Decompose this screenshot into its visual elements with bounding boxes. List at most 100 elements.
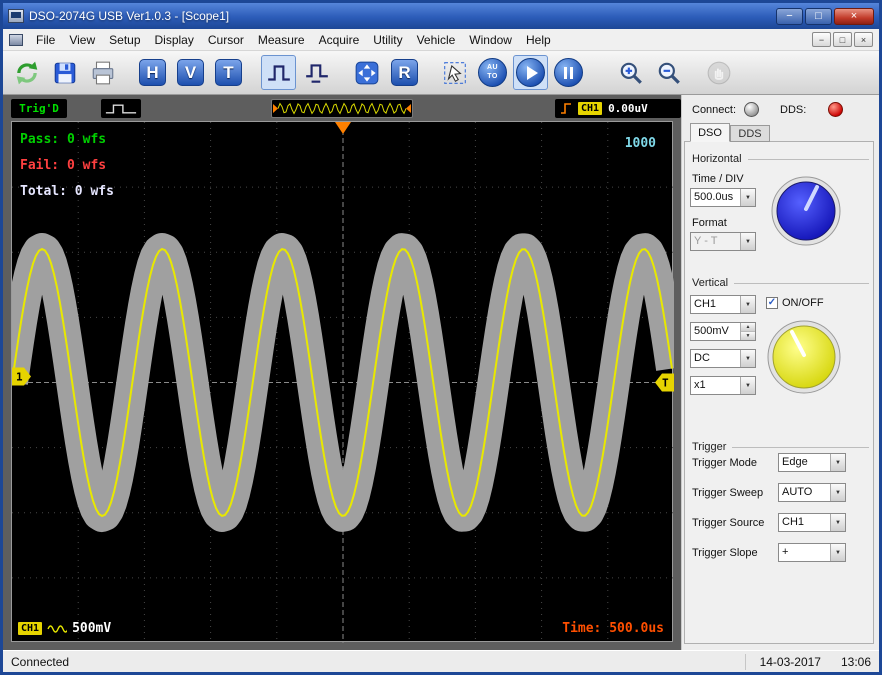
mdi-minimize-button[interactable]: − <box>812 32 831 47</box>
print-button[interactable] <box>85 55 120 90</box>
mdi-close-button[interactable]: × <box>854 32 873 47</box>
chevron-down-icon: ▼ <box>830 514 845 531</box>
spin-down-icon: ▼ <box>741 332 755 340</box>
svg-text:1: 1 <box>16 371 23 384</box>
horizontal-knob[interactable] <box>770 175 842 247</box>
cursor-button[interactable] <box>437 55 472 90</box>
chevron-down-icon: ▼ <box>740 233 755 250</box>
probe-select[interactable]: x1 ▼ <box>690 376 756 395</box>
scope-status-strip: Trig'D CH1 0.00uV <box>3 95 681 121</box>
menu-view[interactable]: View <box>62 30 102 50</box>
menu-utility[interactable]: Utility <box>366 30 409 50</box>
menu-measure[interactable]: Measure <box>251 30 312 50</box>
edge-trigger-button[interactable] <box>261 55 296 90</box>
menu-vehicle[interactable]: Vehicle <box>410 30 463 50</box>
zoom-in-button[interactable] <box>613 55 648 90</box>
svg-text:T: T <box>662 377 669 390</box>
horizontal-button[interactable]: H <box>135 55 170 90</box>
menu-setup[interactable]: Setup <box>102 30 147 50</box>
volts-per-div: 500mV <box>72 621 112 636</box>
mdi-restore-button[interactable]: □ <box>833 32 852 47</box>
menu-help[interactable]: Help <box>519 30 558 50</box>
minimize-button[interactable]: − <box>776 7 803 25</box>
menu-file[interactable]: File <box>29 30 62 50</box>
cursor-icon <box>443 61 466 84</box>
app-icon <box>8 9 24 23</box>
zoom-out-button[interactable] <box>651 55 686 90</box>
trigger-slope-select[interactable]: + ▼ <box>778 543 846 562</box>
mdi-controls: − □ × <box>812 32 875 47</box>
stop-button[interactable] <box>551 55 586 90</box>
close-button[interactable]: × <box>834 7 874 25</box>
pulse-trigger-icon <box>305 63 328 83</box>
time-div-label: Time / DIV <box>692 173 744 185</box>
trigger-readout: CH1 0.00uV <box>555 99 681 118</box>
trigger-source-label: Trigger Source <box>692 517 765 529</box>
scope-display[interactable]: 1T Pass: 0 wfs Fail: 0 wfs Total: 0 wfs … <box>11 121 674 643</box>
waveform-preview[interactable] <box>271 99 413 118</box>
volt-div-stepper[interactable]: 500mV ▲ ▼ <box>690 322 756 341</box>
pan-button[interactable] <box>701 55 736 90</box>
fit-screen-button[interactable] <box>349 55 384 90</box>
waveform-plot[interactable]: 1T <box>12 122 674 643</box>
total-count: Total: 0 wfs <box>20 184 114 199</box>
autoset-button[interactable]: AU TO <box>475 55 510 90</box>
horizontal-group-header: Horizontal <box>692 153 869 165</box>
chevron-down-icon: ▼ <box>740 377 755 394</box>
menu-window[interactable]: Window <box>462 30 519 50</box>
tab-dds[interactable]: DDS <box>730 125 770 142</box>
trigger-sweep-select[interactable]: AUTO ▼ <box>778 483 846 502</box>
menu-display[interactable]: Display <box>148 30 201 50</box>
autoset-icon: AU TO <box>478 58 507 87</box>
ch1-onoff-checkbox[interactable]: ✓ ON/OFF <box>766 297 824 309</box>
dds-label: DDS: <box>780 104 807 116</box>
trigger-mode-select[interactable]: Edge ▼ <box>778 453 846 472</box>
toolbar: H V T R AU TO <box>3 51 879 95</box>
status-date: 14-03-2017 <box>759 654 821 669</box>
scope-panel: Trig'D CH1 0.00uV 1 T Pass: 0 wfs Fail: … <box>3 95 681 650</box>
zoom-out-icon <box>658 62 680 84</box>
save-button[interactable] <box>47 55 82 90</box>
channel-badge: CH1 <box>578 102 603 115</box>
play-icon <box>516 58 545 87</box>
square-wave-icon <box>105 104 137 113</box>
zoom-in-icon <box>620 62 642 84</box>
pan-hand-icon <box>707 61 730 84</box>
vertical-button[interactable]: V <box>173 55 208 90</box>
trigger-button[interactable]: T <box>211 55 246 90</box>
trigger-source-select[interactable]: CH1 ▼ <box>778 513 846 532</box>
refresh-button[interactable] <box>9 55 44 90</box>
window-title: DSO-2074G USB Ver1.0.3 - [Scope1] <box>29 9 230 23</box>
document-icon <box>9 33 23 46</box>
preview-waveform-icon <box>273 102 411 115</box>
trigger-sweep-label: Trigger Sweep <box>692 487 764 499</box>
start-button[interactable] <box>513 55 548 90</box>
channel-select[interactable]: CH1 ▼ <box>690 295 756 314</box>
chevron-down-icon: ▼ <box>740 296 755 313</box>
channel-scale-readout: CH1 500mV <box>18 621 111 636</box>
tab-dso[interactable]: DSO <box>690 123 730 142</box>
chevron-down-icon: ▼ <box>740 189 755 206</box>
menubar: File View Setup Display Cursor Measure A… <box>3 29 879 51</box>
pulse-trigger-button[interactable] <box>299 55 334 90</box>
titlebar: DSO-2074G USB Ver1.0.3 - [Scope1] − □ × <box>3 3 879 29</box>
maximize-button[interactable]: □ <box>805 7 832 25</box>
acquisition-mode-indicator <box>101 99 141 118</box>
trigger-mode-label: Trigger Mode <box>692 457 758 469</box>
t-icon: T <box>215 59 242 86</box>
coupling-select[interactable]: DC ▼ <box>690 349 756 368</box>
menu-cursor[interactable]: Cursor <box>201 30 251 50</box>
chevron-down-icon: ▼ <box>830 484 845 501</box>
trigger-status-badge: Trig'D <box>11 99 67 118</box>
sine-icon <box>47 624 68 633</box>
menu-acquire[interactable]: Acquire <box>312 30 367 50</box>
vertical-group-header: Vertical <box>692 277 869 289</box>
pass-count: Pass: 0 wfs <box>20 132 107 147</box>
vertical-knob[interactable] <box>766 319 842 395</box>
connect-indicator <box>744 102 759 117</box>
fit-screen-icon <box>355 61 378 84</box>
rising-edge-icon <box>561 103 571 114</box>
record-button[interactable]: R <box>387 55 422 90</box>
time-div-select[interactable]: 500.0us ▼ <box>690 188 756 207</box>
dds-indicator <box>828 102 843 117</box>
